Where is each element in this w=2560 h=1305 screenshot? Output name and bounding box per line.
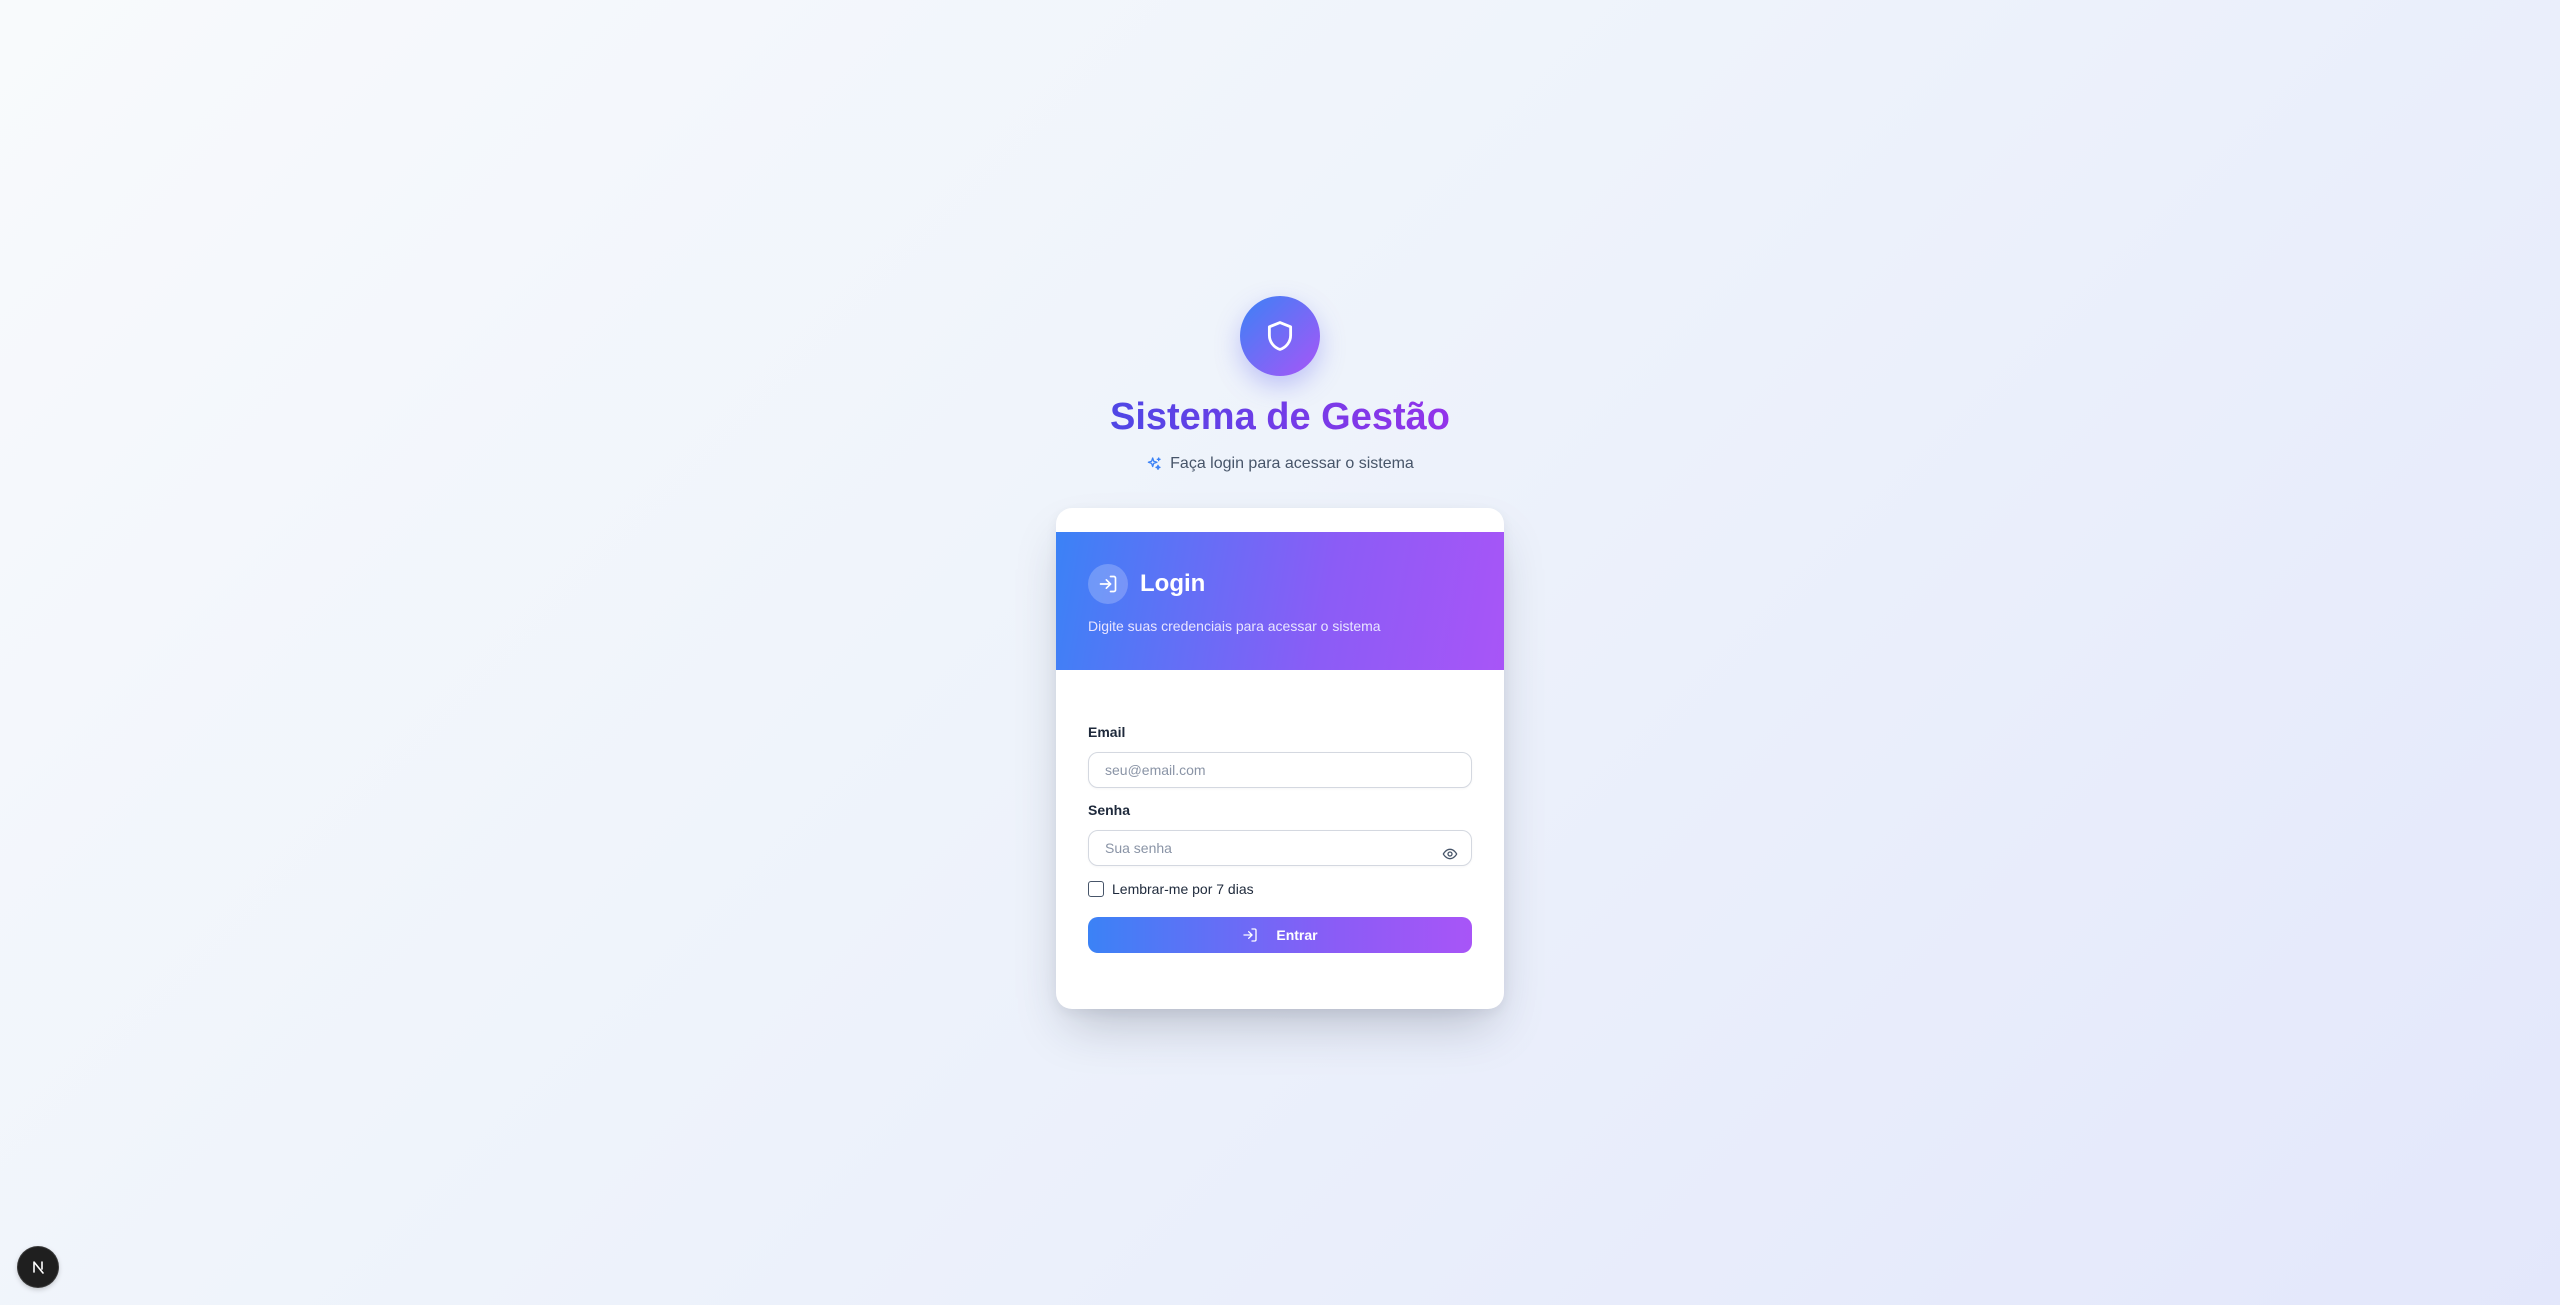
password-visibility-toggle[interactable] — [1436, 840, 1464, 868]
login-submit-label: Entrar — [1276, 927, 1318, 943]
app-title: Sistema de Gestão — [1109, 396, 1451, 438]
eye-icon — [1442, 848, 1458, 860]
password-label: Senha — [1088, 802, 1131, 818]
remember-me-label[interactable]: Lembrar-me por 7 dias — [1112, 881, 1254, 897]
nextjs-dev-badge[interactable] — [18, 1247, 58, 1287]
login-card-title: Login — [1140, 570, 1206, 597]
remember-me-row: Lembrar-me por 7 dias — [1088, 881, 1254, 897]
remember-me-checkbox[interactable] — [1088, 881, 1104, 897]
login-header-icon-wrapper — [1088, 564, 1128, 604]
nextjs-logo-icon — [33, 1261, 44, 1274]
email-field[interactable] — [1088, 752, 1472, 788]
log-in-icon — [1243, 928, 1258, 942]
password-field[interactable] — [1088, 830, 1472, 866]
login-card-description: Digite suas credenciais para acessar o s… — [1088, 618, 1381, 634]
login-card-title-row: Login — [1088, 564, 1205, 604]
brand-logo — [1240, 296, 1320, 376]
login-card-header: Login Digite suas credenciais para acess… — [1056, 532, 1504, 670]
login-submit-button[interactable]: Entrar — [1088, 917, 1472, 953]
app-subtitle-text: Faça login para acessar o sistema — [1170, 455, 1414, 472]
shield-icon — [1267, 321, 1293, 351]
email-label: Email — [1088, 724, 1126, 740]
log-in-icon — [1099, 575, 1117, 593]
login-card: Login Digite suas credenciais para acess… — [1056, 508, 1504, 1009]
sparkles-icon — [1147, 457, 1161, 470]
app-subtitle: Faça login para acessar o sistema — [0, 452, 2560, 476]
